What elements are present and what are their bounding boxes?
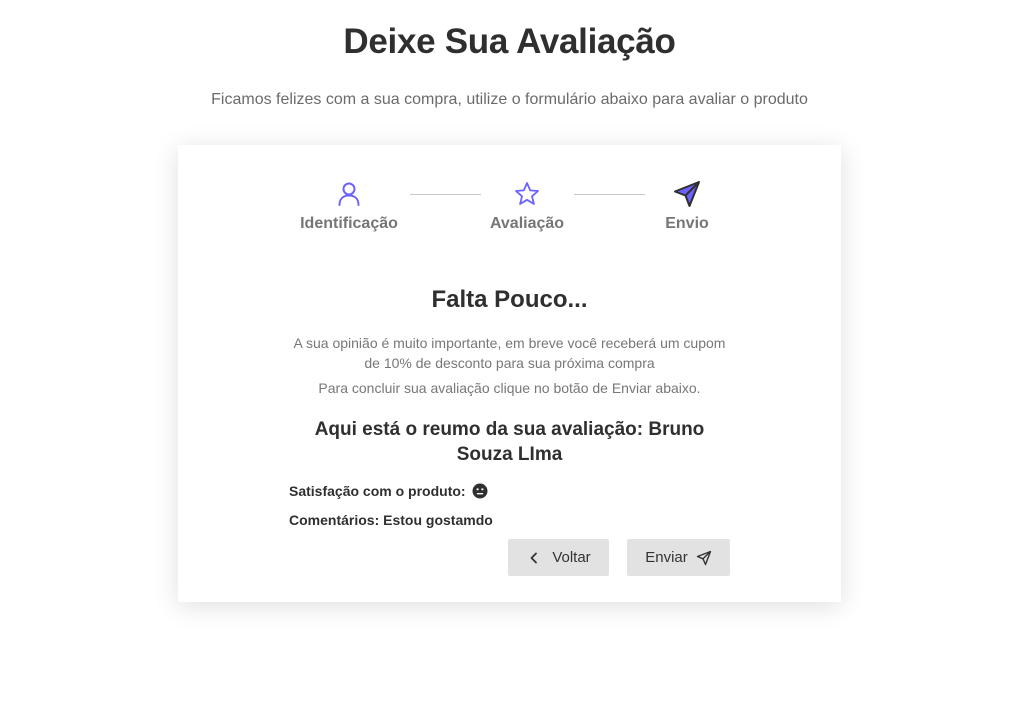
- send-icon: [696, 550, 711, 565]
- neutral-face-icon: [472, 483, 488, 499]
- back-button-label: Voltar: [552, 549, 591, 566]
- review-card: Identificação Avaliação Envio Falta Pouc…: [178, 145, 841, 602]
- star-icon: [515, 182, 539, 205]
- page: Deixe Sua Avaliação Ficamos felizes com …: [0, 0, 1026, 709]
- step-identificacao: Identificação: [279, 179, 419, 233]
- instruction-text: Para concluir sua avaliação clique no bo…: [318, 380, 701, 396]
- satisfaction-label: Satisfação com o produto:: [289, 483, 466, 499]
- summary-title: Aqui está o reumo da sua avaliação: Brun…: [314, 419, 705, 465]
- satisfaction-row: Satisfação com o produto:: [289, 483, 488, 499]
- chevron-left-icon: [530, 552, 538, 563]
- comments-text: Comentários: Estou gostamdo: [289, 512, 493, 528]
- send-button[interactable]: Enviar: [627, 539, 730, 576]
- info-text: A sua opinião é muito importante, em bre…: [293, 335, 726, 371]
- section-heading: Falta Pouco...: [431, 286, 588, 313]
- page-title: Deixe Sua Avaliação: [343, 22, 676, 61]
- page-subtitle: Ficamos felizes com a sua compra, utiliz…: [211, 91, 808, 108]
- comments-row: Comentários: Estou gostamdo: [289, 512, 493, 528]
- user-icon: [338, 182, 360, 206]
- step-label: Identificação: [300, 215, 398, 232]
- step-envio: Envio: [617, 179, 757, 233]
- step-label: Avaliação: [489, 215, 565, 232]
- send-icon: [674, 181, 700, 207]
- back-button[interactable]: Voltar: [508, 539, 609, 576]
- step-avaliacao: Avaliação: [457, 179, 597, 233]
- step-label: Envio: [665, 215, 709, 232]
- send-button-label: Enviar: [645, 549, 688, 566]
